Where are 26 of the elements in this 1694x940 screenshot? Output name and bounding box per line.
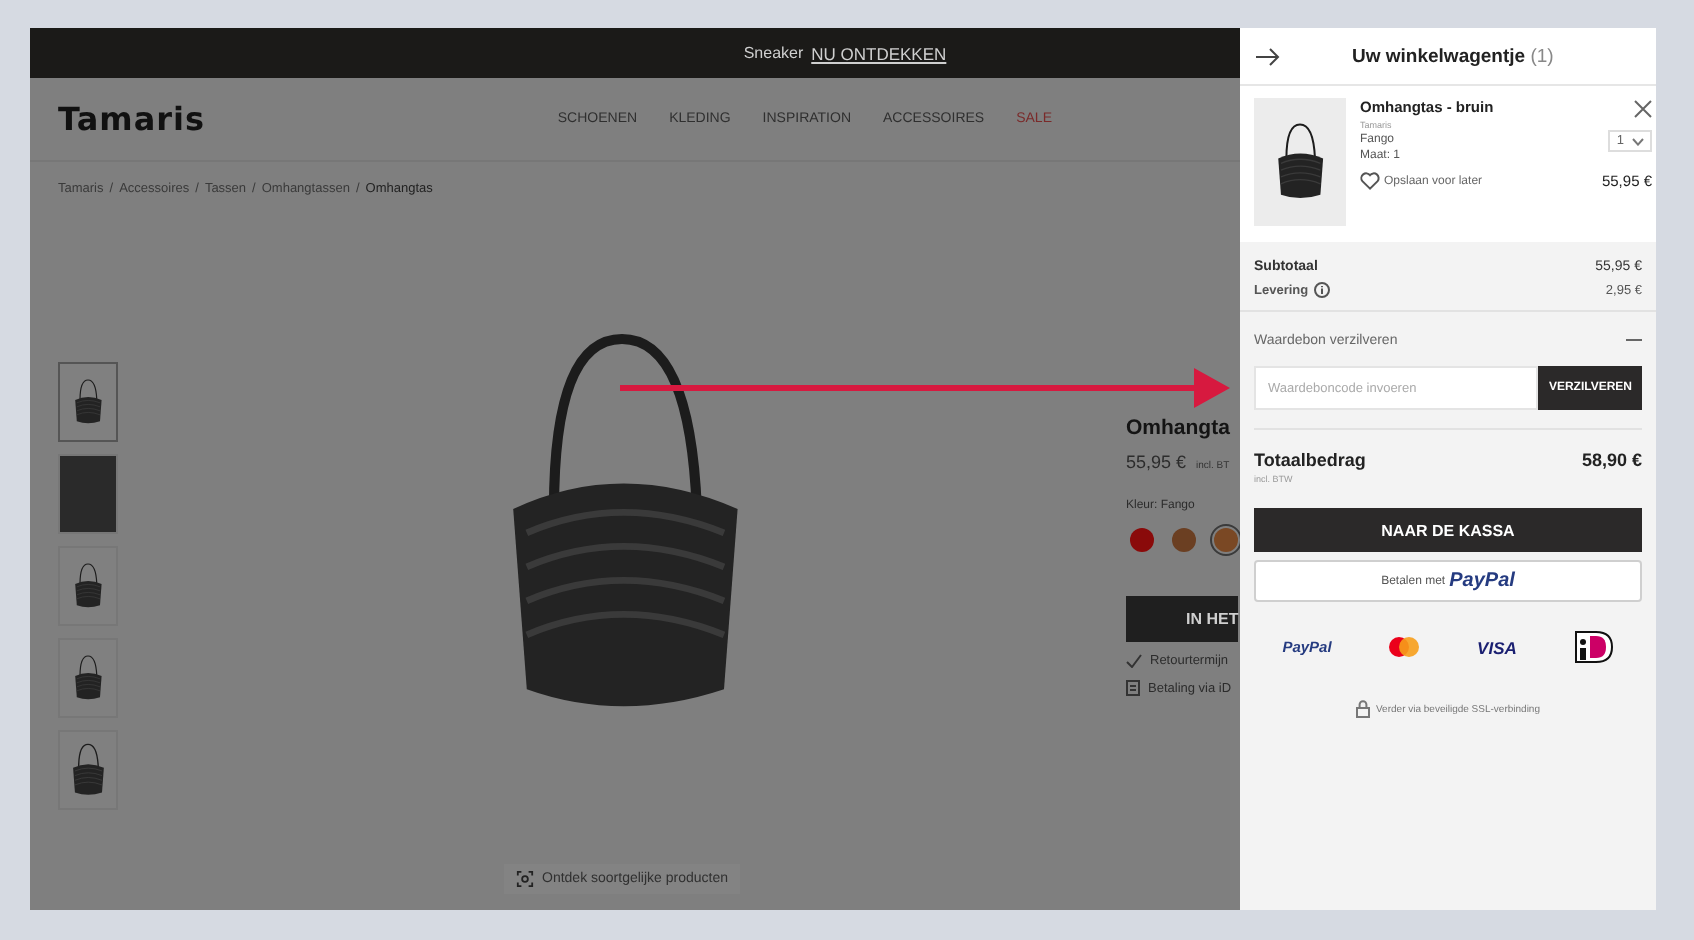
total-label: Totaalbedrag xyxy=(1254,450,1366,470)
mastercard-logo xyxy=(1388,636,1421,658)
product-price: 55,95 € xyxy=(1126,452,1187,472)
check-icon xyxy=(1126,654,1142,668)
thumbnail[interactable] xyxy=(58,454,118,534)
thumbnail[interactable] xyxy=(58,362,118,442)
product-title: Omhangta xyxy=(1126,416,1230,440)
total-value: 58,90 € xyxy=(1581,450,1642,470)
info-icon[interactable] xyxy=(1314,282,1331,298)
thumbnail[interactable] xyxy=(58,730,118,810)
checkout-button[interactable]: NAAR DE KASSA xyxy=(1254,508,1642,552)
heart-icon xyxy=(1360,172,1380,190)
chevron-down-icon xyxy=(1632,137,1644,145)
lock-icon xyxy=(1356,700,1370,718)
visa-logo: VISA xyxy=(1477,637,1517,657)
scan-icon xyxy=(516,870,534,888)
logo[interactable]: Tamaris xyxy=(58,100,206,138)
back-arrow-icon[interactable] xyxy=(1256,47,1280,65)
document-icon xyxy=(1126,680,1140,696)
thumbnail[interactable] xyxy=(58,638,118,718)
add-to-cart-button[interactable]: IN HET xyxy=(1126,596,1239,642)
promo-link[interactable]: NU ONTDEKKEN xyxy=(811,43,947,63)
promo-text: Sneaker xyxy=(743,44,804,62)
thumbnail[interactable] xyxy=(58,546,118,626)
cart-title: Uw winkelwagentje (1) xyxy=(1352,45,1554,67)
ideal-logo xyxy=(1573,630,1614,664)
